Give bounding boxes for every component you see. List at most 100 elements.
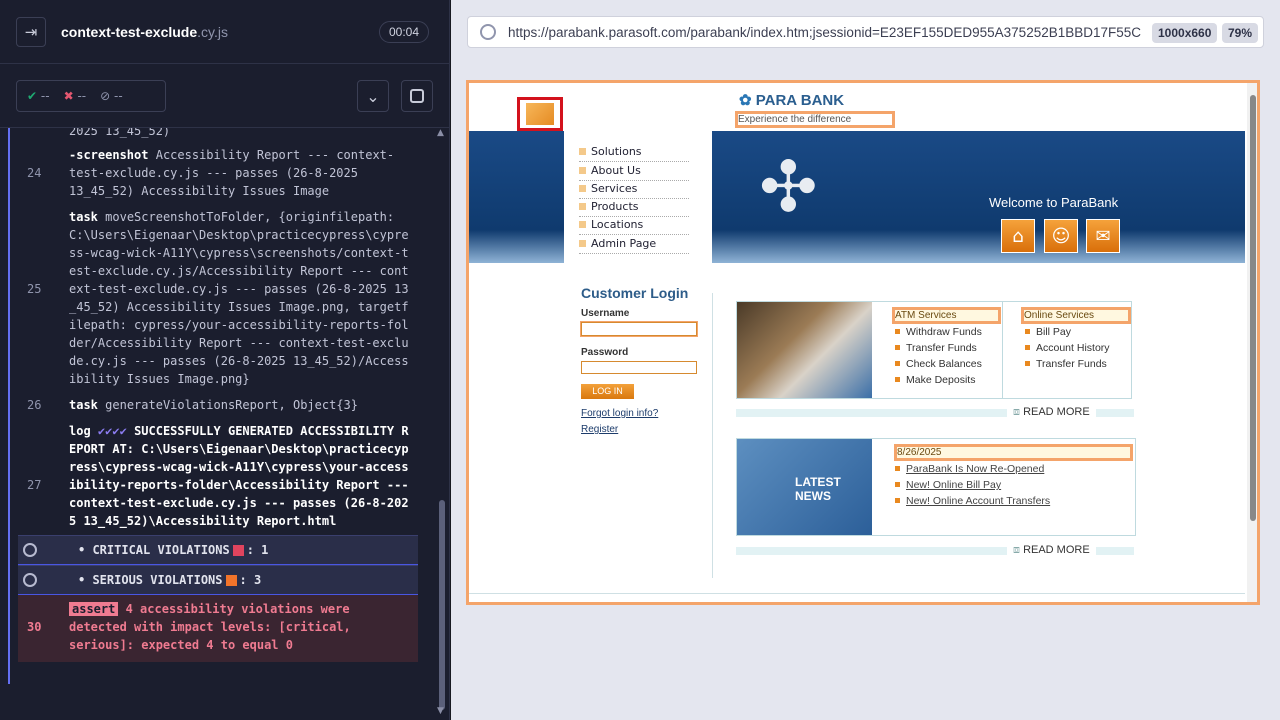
log-number: 30: [27, 620, 42, 634]
critical-color-swatch: [232, 544, 244, 556]
pending-stat: ⊘ --: [100, 89, 123, 103]
log-command: -screenshot: [69, 148, 149, 162]
atm-item[interactable]: Withdraw Funds: [895, 326, 982, 338]
spec-name: context-test-exclude: [61, 23, 198, 40]
parabank-logo-text: ✿ PARA BANK: [739, 92, 845, 109]
footer-divider: [469, 593, 1245, 594]
assertion-error-row[interactable]: 30 assert 4 accessibility violations were…: [18, 595, 418, 662]
log-row[interactable]: 26 task generateViolationsReport, Object{…: [10, 396, 418, 422]
iframe-scrollbar[interactable]: [1247, 83, 1257, 602]
forgot-login-link[interactable]: Forgot login info?: [581, 408, 658, 419]
log-text: generateViolationsReport, Object{3}: [105, 398, 359, 412]
log-row[interactable]: 2025 13_45_52): [10, 128, 418, 146]
command-log-panel: ⇥ context-test-exclude.cy.js 00:04 ✔ -- …: [0, 0, 450, 720]
menu-collapse-icon: ⇥: [24, 22, 38, 41]
arrow-icon: ⧈: [1013, 544, 1020, 556]
online-services-heading: Online Services: [1021, 307, 1131, 324]
news-item[interactable]: ParaBank Is Now Re-Opened: [895, 463, 1044, 475]
passed-stat: ✔ --: [27, 89, 50, 103]
command-log: 2025 13_45_52) 24 -screenshot Accessibili…: [8, 128, 418, 684]
news-item[interactable]: New! Online Account Transfers: [895, 495, 1050, 507]
violation-count: : 3: [239, 573, 262, 587]
violation-count: : 1: [246, 543, 269, 557]
critical-violations-row[interactable]: • CRITICAL VIOLATIONS : 1: [18, 535, 418, 565]
spinner-icon: [23, 543, 37, 557]
atm-item[interactable]: Transfer Funds: [895, 342, 977, 354]
failed-stat: ✖ --: [63, 89, 87, 103]
divider: [1002, 302, 1003, 398]
login-title: Customer Login: [581, 285, 689, 301]
atm-image: [737, 302, 872, 398]
spec-ext: .cy.js: [197, 23, 229, 40]
spec-header: ⇥ context-test-exclude.cy.js 00:04: [0, 0, 449, 64]
login-button[interactable]: LOG IN: [581, 384, 634, 399]
url-bar[interactable]: https://parabank.parasoft.com/parabank/i…: [467, 16, 1264, 48]
contact-icon[interactable]: ✉: [1086, 219, 1120, 253]
scroll-down-icon[interactable]: ▼: [437, 706, 444, 716]
assert-badge: assert: [69, 602, 119, 616]
chevron-down-icon: ⌄: [366, 86, 380, 106]
check-icon: ✔: [27, 89, 38, 103]
nav-services[interactable]: Services: [579, 182, 689, 199]
specs-list-button[interactable]: ⇥: [16, 16, 46, 47]
log-row[interactable]: 24 -screenshot Accessibility Report --- c…: [10, 146, 418, 208]
x-icon: ✖: [63, 89, 74, 103]
atm-item[interactable]: Make Deposits: [895, 374, 975, 386]
stop-icon: [410, 89, 424, 103]
password-label: Password: [581, 347, 629, 358]
pending-icon: ⊘: [100, 89, 111, 103]
atm-services-heading: ATM Services: [892, 307, 1001, 324]
log-number: 25: [27, 282, 42, 296]
about-icon[interactable]: ☺: [1044, 219, 1078, 253]
globe-icon: [480, 24, 496, 40]
violation-label: • SERIOUS VIOLATIONS: [78, 573, 223, 587]
spinner-icon: [23, 573, 37, 587]
log-row[interactable]: 27 log ✔✔✔✔ SUCCESSFULLY GENERATED ACCESS…: [10, 422, 418, 535]
arrow-icon: ⧈: [1013, 406, 1020, 418]
tagline: Experience the difference: [735, 111, 895, 128]
read-more-link[interactable]: ⧈ READ MORE: [1007, 406, 1096, 419]
scroll-up-icon[interactable]: ▲: [437, 128, 444, 138]
news-date: 8/26/2025: [894, 444, 1133, 461]
serious-violations-row[interactable]: • SERIOUS VIOLATIONS : 3: [18, 565, 418, 595]
online-item[interactable]: Transfer Funds: [1025, 358, 1107, 370]
username-label: Username: [581, 308, 630, 319]
aut-iframe: ✿ PARA BANK Experience the difference So…: [466, 80, 1260, 605]
register-link[interactable]: Register: [581, 424, 618, 435]
home-icon[interactable]: ⌂: [1001, 219, 1035, 253]
atm-item[interactable]: Check Balances: [895, 358, 982, 370]
nav-solutions[interactable]: Solutions: [579, 145, 689, 162]
violation-label: • CRITICAL VIOLATIONS: [78, 543, 230, 557]
password-field[interactable]: [581, 361, 697, 374]
news-item[interactable]: New! Online Bill Pay: [895, 479, 1001, 491]
log-scrollbar[interactable]: ▲ ▼: [436, 128, 448, 720]
parabank-logo-image: [517, 97, 563, 131]
url-text: https://parabank.parasoft.com/parabank/i…: [508, 24, 1142, 40]
scroll-thumb[interactable]: [439, 500, 445, 710]
logo-flower-icon: ✿: [739, 92, 752, 109]
log-row[interactable]: 25 task moveScreenshotToFolder, {originfi…: [10, 208, 418, 396]
read-more-link[interactable]: ⧈ READ MORE: [1007, 544, 1096, 557]
test-stats: ✔ -- ✖ -- ⊘ --: [16, 80, 166, 112]
divider: [712, 293, 713, 578]
username-field[interactable]: [580, 321, 698, 337]
log-number: 27: [27, 478, 42, 492]
checkmarks-icon: ✔✔✔✔: [97, 424, 127, 438]
run-timer: 00:04: [378, 21, 429, 43]
nav-about-us[interactable]: About Us: [579, 164, 689, 181]
nav-locations[interactable]: Locations: [579, 218, 689, 235]
viewport-size: 1000x660: [1152, 23, 1218, 43]
zoom-level: 79%: [1222, 23, 1259, 43]
log-text: 2025 13_45_52): [69, 128, 171, 138]
stop-button[interactable]: [401, 80, 433, 112]
online-item[interactable]: Account History: [1025, 342, 1110, 354]
dropdown-button[interactable]: ⌄: [357, 80, 389, 112]
log-number: 26: [27, 398, 42, 412]
online-item[interactable]: Bill Pay: [1025, 326, 1071, 338]
nav-products[interactable]: Products: [579, 200, 689, 217]
spec-title: context-test-exclude.cy.js: [61, 24, 228, 40]
stats-bar: ✔ -- ✖ -- ⊘ -- ⌄: [0, 64, 449, 128]
latest-news-label: LATEST NEWS: [795, 475, 841, 503]
scroll-thumb[interactable]: [1250, 95, 1256, 521]
nav-admin-page[interactable]: Admin Page: [579, 237, 689, 254]
